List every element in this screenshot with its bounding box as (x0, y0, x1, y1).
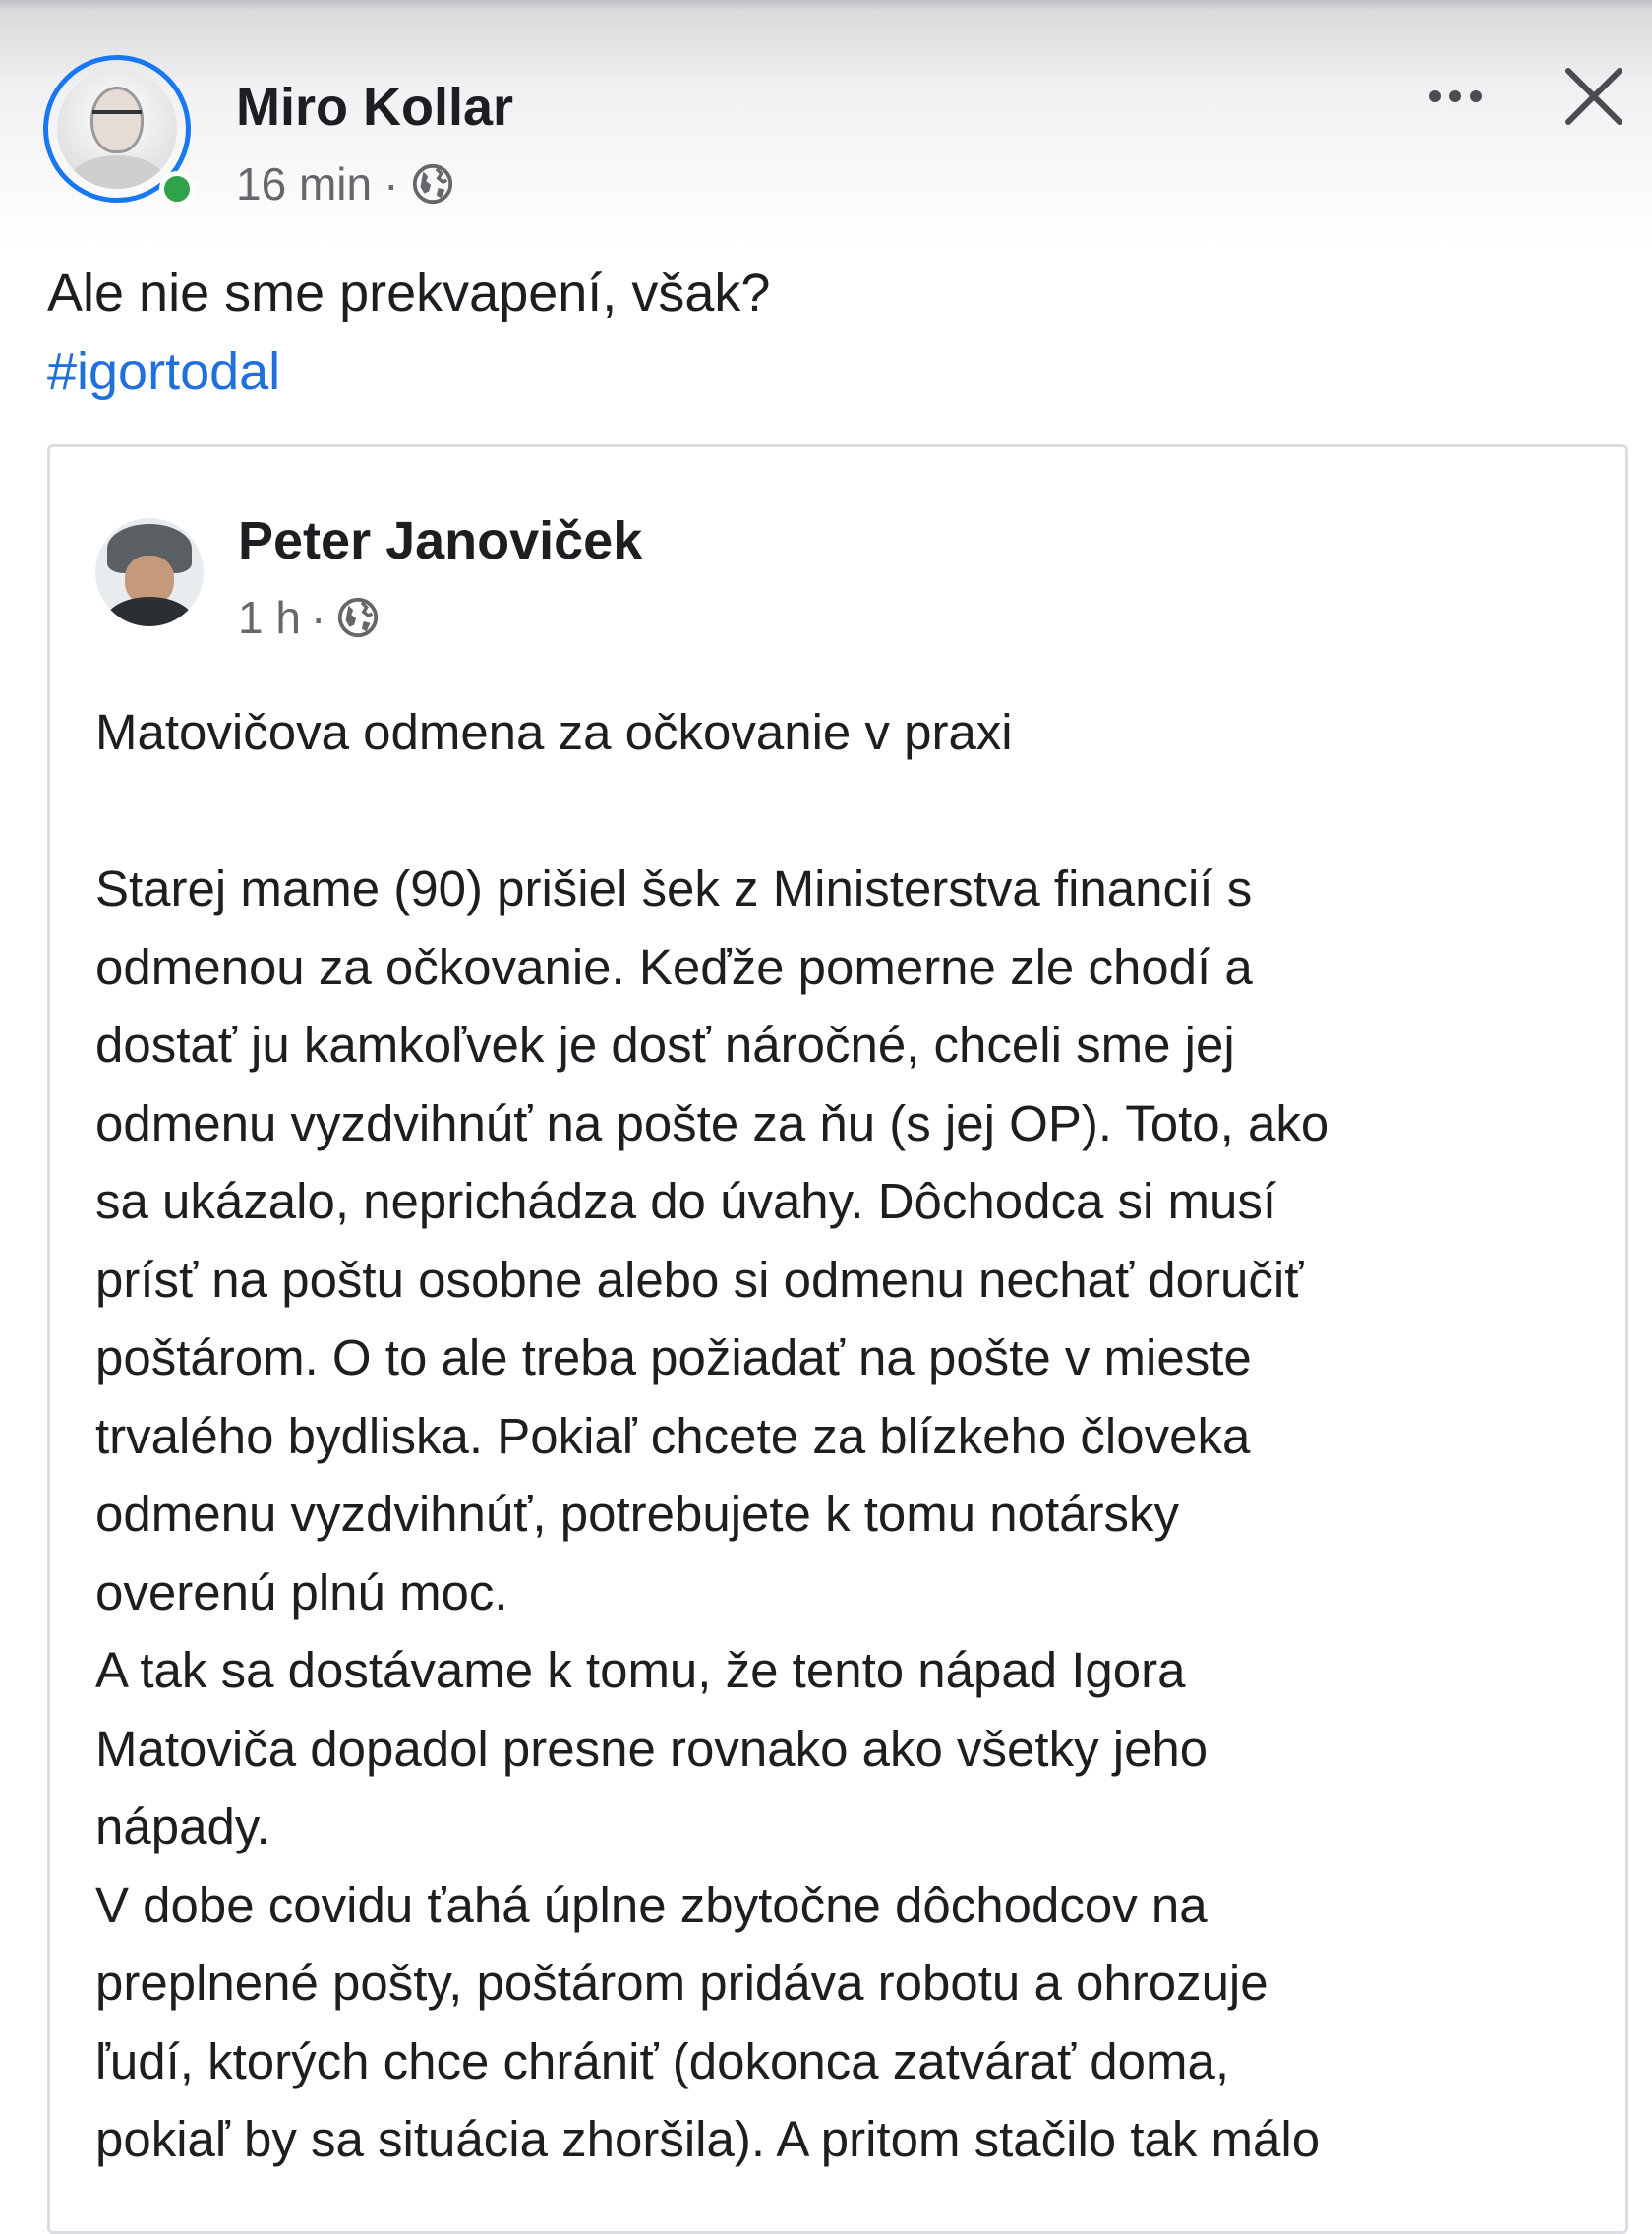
shared-author-avatar[interactable] (95, 518, 204, 626)
avatar-glasses (92, 110, 142, 126)
post-header: Miro Kollar 16 min · (0, 0, 1652, 236)
shared-post-paragraph: A tak sa dostávame k tomu, že tento nápa… (95, 1642, 1209, 1854)
more-horizontal-icon (1429, 90, 1441, 102)
more-options-button[interactable] (1416, 69, 1495, 124)
post-meta: 16 min · (236, 157, 455, 210)
close-icon[interactable] (1559, 61, 1629, 132)
shared-post-paragraph: Starej mame (90) prišiel šek z Ministers… (95, 860, 1329, 1620)
meta-separator: · (384, 158, 399, 209)
shared-post-paragraph: V dobe covidu ťahá úplne zbytočne dôchod… (95, 1876, 1321, 2168)
author-name[interactable]: Miro Kollar (236, 77, 513, 138)
shared-author-name[interactable]: Peter Janoviček (238, 510, 642, 571)
hashtag-link[interactable]: #igortodal (47, 332, 770, 411)
shared-post-meta: 1 h · (238, 591, 381, 644)
meta-separator: · (310, 592, 326, 643)
avatar-body (105, 597, 194, 626)
post-message: Ale nie sme prekvapení, však? #igortodal (47, 254, 770, 411)
globe-icon (338, 597, 379, 638)
shared-post-card[interactable]: Peter Janoviček 1 h · Matovičova odmena … (47, 444, 1628, 2234)
shared-post-timestamp[interactable]: 1 h (238, 591, 301, 644)
shared-post-body: Matovičova odmena za očkovanie v praxi S… (95, 693, 1610, 2179)
post-text: Ale nie sme prekvapení, však? (47, 264, 771, 323)
post-timestamp[interactable]: 16 min (236, 157, 372, 210)
online-status-dot (159, 171, 195, 206)
avatar-shoulders (67, 155, 167, 189)
more-horizontal-icon (1470, 90, 1482, 102)
globe-icon (413, 163, 453, 205)
avatar[interactable] (57, 69, 177, 189)
more-horizontal-icon (1449, 90, 1461, 102)
shared-post-title: Matovičova odmena za očkovanie v praxi (95, 704, 1013, 760)
